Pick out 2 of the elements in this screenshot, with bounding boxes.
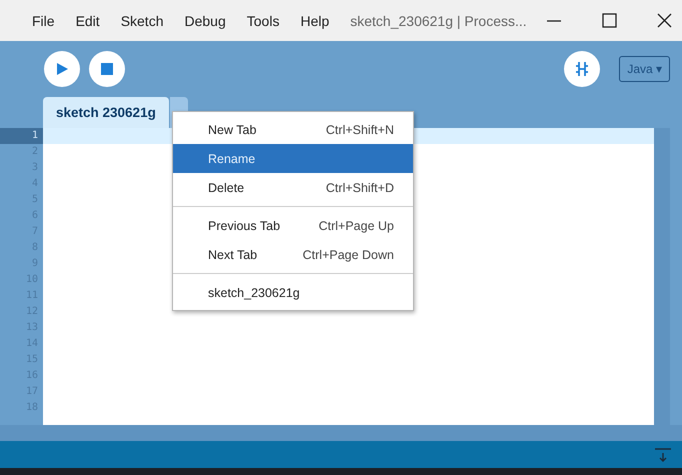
line-number: 1 xyxy=(0,128,43,144)
window-title: sketch_230621g | Process... xyxy=(350,12,527,28)
